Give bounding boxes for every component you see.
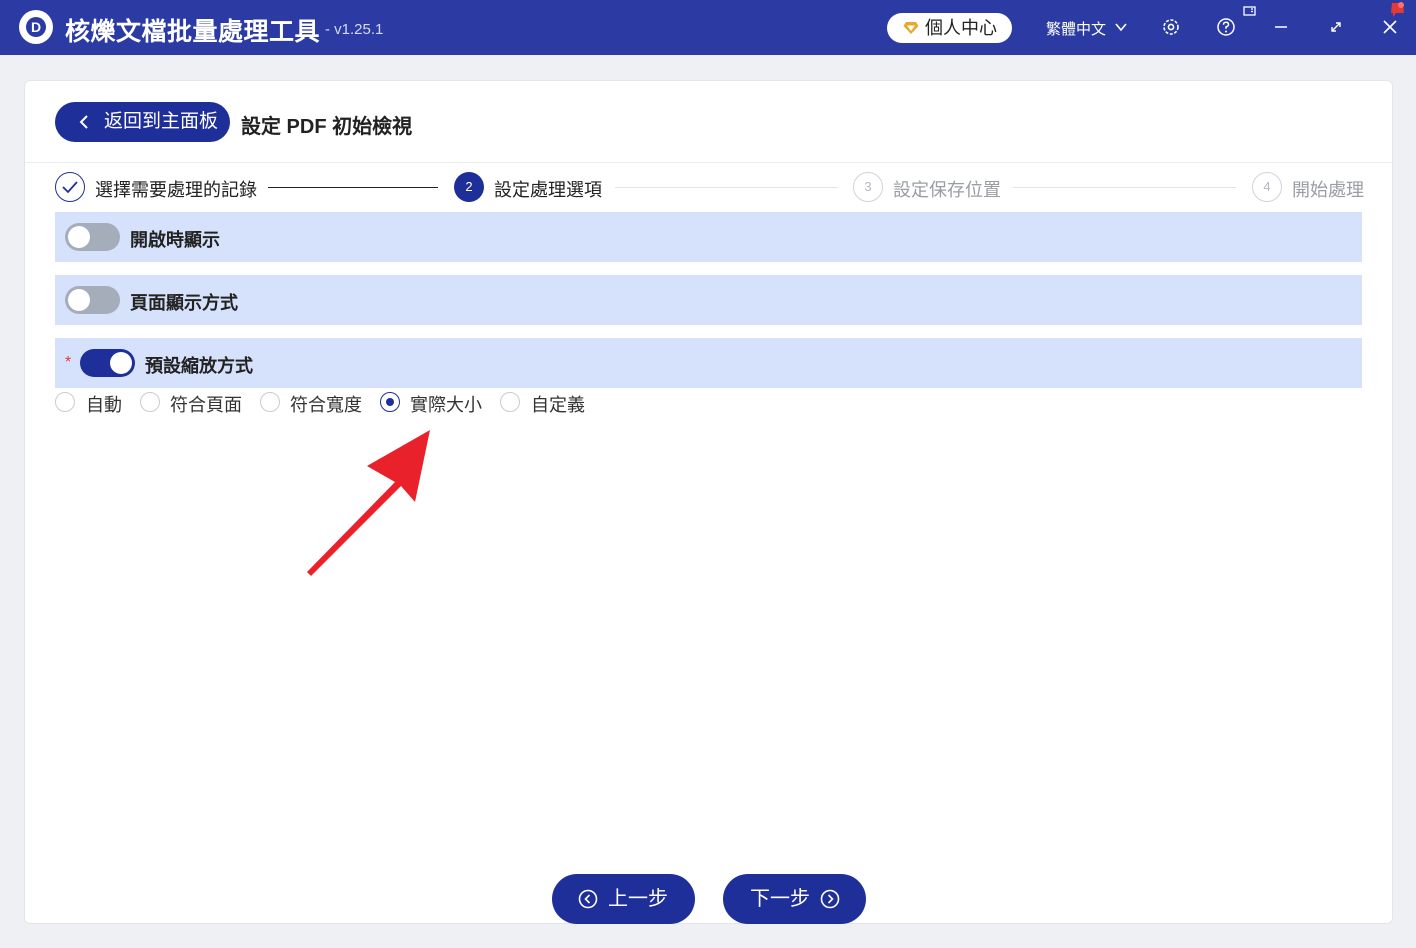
next-step-button[interactable]: 下一步 <box>723 874 866 924</box>
radio-custom[interactable] <box>500 392 520 412</box>
chevron-down-icon[interactable] <box>1114 20 1128 34</box>
radio-label-custom[interactable]: 自定義 <box>531 391 585 417</box>
radio-actual-size[interactable] <box>380 392 400 412</box>
minimize-icon[interactable] <box>1270 16 1292 38</box>
previous-step-button[interactable]: 上一步 <box>552 874 695 924</box>
page-title: 設定 PDF 初始檢視 <box>241 116 413 138</box>
circle-chevron-left-icon <box>578 889 598 909</box>
step-2-label: 設定處理選項 <box>494 180 602 200</box>
section-default-zoom: * 預設縮放方式 <box>55 338 1362 388</box>
radio-label-auto[interactable]: 自動 <box>86 391 122 417</box>
main-panel <box>24 80 1393 924</box>
page-display-toggle[interactable] <box>65 286 120 314</box>
step-3-label: 設定保存位置 <box>893 180 1001 200</box>
back-button-label: 返回到主面板 <box>104 111 219 132</box>
step-connector <box>1013 187 1236 188</box>
step-3-number: 3 <box>853 172 883 202</box>
step-1-label: 選擇需要處理的記錄 <box>95 180 257 200</box>
back-to-main-button[interactable]: 返回到主面板 <box>55 102 230 142</box>
required-mark: * <box>65 354 72 371</box>
chevron-left-icon <box>79 115 88 129</box>
app-title: 核爍文檔批量處理工具 <box>65 18 321 46</box>
next-step-label: 下一步 <box>750 888 810 910</box>
personal-center-label: 個人中心 <box>925 18 997 38</box>
title-bar: D 核爍文檔批量處理工具 - v1.25.1 個人中心 繁體中文 <box>0 0 1416 55</box>
section-page-display: 頁面顯示方式 <box>55 275 1362 325</box>
step-4-number: 4 <box>1252 172 1282 202</box>
section-label: 預設縮放方式 <box>145 356 253 376</box>
personal-center-button[interactable]: 個人中心 <box>887 13 1012 43</box>
step-connector <box>268 187 438 188</box>
step-connector <box>615 187 837 188</box>
section-label: 頁面顯示方式 <box>130 293 238 313</box>
section-open-display: 開啟時顯示 <box>55 212 1362 262</box>
feedback-icon[interactable] <box>1242 4 1258 20</box>
radio-label-fit-page[interactable]: 符合頁面 <box>170 391 242 417</box>
diamond-icon <box>903 22 919 34</box>
close-icon[interactable] <box>1379 16 1401 38</box>
language-selector[interactable]: 繁體中文 <box>1046 18 1106 39</box>
previous-step-label: 上一步 <box>608 888 668 910</box>
app-version: - v1.25.1 <box>325 21 384 38</box>
circle-chevron-right-icon <box>820 889 840 909</box>
step-2-number: 2 <box>454 172 484 202</box>
radio-fit-page[interactable] <box>140 392 160 412</box>
step-1-check-icon <box>55 172 85 202</box>
default-zoom-toggle[interactable] <box>80 349 135 377</box>
maximize-icon[interactable] <box>1325 16 1347 38</box>
app-logo-icon: D <box>19 10 53 44</box>
open-display-toggle[interactable] <box>65 223 120 251</box>
radio-label-fit-width[interactable]: 符合寬度 <box>290 391 362 417</box>
radio-auto[interactable] <box>55 392 75 412</box>
annotation-arrow-icon <box>307 430 430 576</box>
help-icon[interactable] <box>1215 16 1237 38</box>
radio-fit-width[interactable] <box>260 392 280 412</box>
section-label: 開啟時顯示 <box>130 230 220 250</box>
settings-gear-icon[interactable] <box>1160 16 1182 38</box>
header-divider <box>25 162 1392 163</box>
step-4-label: 開始處理 <box>1292 180 1364 200</box>
radio-label-actual-size[interactable]: 實際大小 <box>410 391 482 417</box>
